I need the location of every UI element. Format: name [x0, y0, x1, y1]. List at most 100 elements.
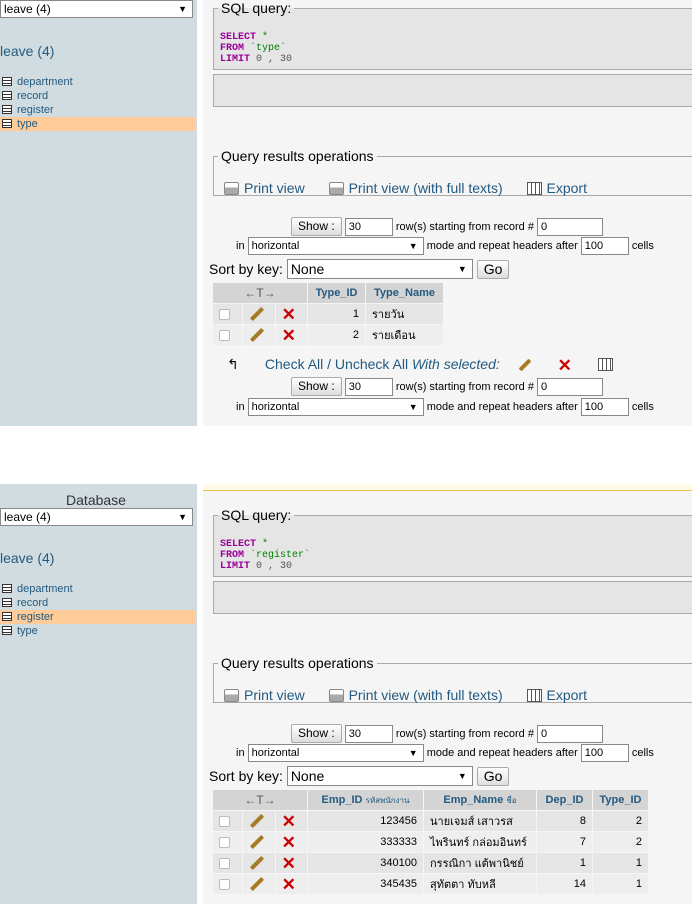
row-checkbox[interactable]	[219, 329, 230, 341]
cell-emp-id: 333333	[307, 831, 424, 853]
column-header-type-id[interactable]: Type_ID	[307, 282, 366, 304]
sidebar-item-type[interactable]: type	[0, 624, 195, 638]
check-all-link[interactable]: Check All	[265, 356, 323, 372]
cell-emp-name: กรรณิกา แต้พานิชย์	[423, 852, 537, 874]
database-select[interactable]: leave (4) ▼	[0, 508, 193, 526]
sql-query-toolbar	[213, 74, 692, 107]
start-record-input[interactable]: 0	[537, 725, 604, 743]
table-icon	[2, 77, 12, 86]
row-checkbox[interactable]	[219, 857, 230, 869]
delete-selected-icon[interactable]: ✕	[558, 356, 572, 375]
sidebar-item-record[interactable]: record	[0, 89, 195, 103]
sidebar-item-record[interactable]: record	[0, 596, 195, 610]
print-view-link[interactable]: Print view	[224, 687, 305, 703]
sidebar-item-register[interactable]: register	[0, 610, 195, 624]
database-title[interactable]: leave (4)	[0, 43, 54, 59]
column-header-type-name[interactable]: Type_Name	[365, 282, 444, 304]
table-row: ✕ 1 รายวัน	[211, 303, 444, 325]
database-select[interactable]: leave (4) ▼	[0, 0, 193, 18]
sidebar-item-type[interactable]: type	[0, 117, 195, 131]
column-arrows[interactable]: ←T→	[212, 282, 308, 304]
notice-strip	[203, 484, 692, 491]
export-link[interactable]: Export	[526, 180, 587, 196]
show-button[interactable]: Show :	[291, 724, 342, 743]
delete-icon[interactable]: ✕	[282, 875, 296, 894]
sidebar-item-register[interactable]: register	[0, 103, 195, 117]
edit-icon[interactable]	[250, 814, 265, 829]
show-button[interactable]: Show :	[291, 217, 342, 236]
go-button[interactable]: Go	[476, 260, 510, 279]
delete-icon[interactable]: ✕	[282, 833, 296, 852]
chevron-down-icon: ▼	[408, 241, 418, 251]
display-mode-row-bottom: in horizontal ▼ mode and repeat headers a…	[236, 398, 692, 416]
edit-icon[interactable]	[250, 328, 265, 343]
repeat-headers-input[interactable]: 100	[580, 398, 629, 416]
delete-icon[interactable]: ✕	[282, 326, 296, 345]
display-mode-row: in horizontal ▼ mode and repeat headers a…	[236, 744, 692, 762]
sql-query-text[interactable]: SELECT * FROM `type` LIMIT 0 , 30	[220, 32, 292, 65]
export-selected-icon[interactable]	[597, 358, 613, 371]
print-view-full-link[interactable]: Print view (with full texts)	[328, 687, 503, 703]
column-arrows[interactable]: ←T→	[212, 789, 308, 811]
column-header-dep-id[interactable]: Dep_ID	[536, 789, 593, 811]
cell-type-id: 2	[592, 810, 649, 832]
sidebar-item-department[interactable]: department	[0, 582, 195, 596]
edit-icon[interactable]	[250, 835, 265, 850]
delete-icon[interactable]: ✕	[282, 854, 296, 873]
show-button[interactable]: Show :	[291, 377, 342, 396]
export-link[interactable]: Export	[526, 687, 587, 703]
display-mode-select[interactable]: horizontal ▼	[247, 744, 424, 762]
row-checkbox[interactable]	[219, 815, 230, 827]
repeat-headers-input[interactable]: 100	[580, 744, 629, 762]
sql-query-legend: SQL query:	[221, 507, 292, 523]
edit-icon[interactable]	[250, 307, 265, 322]
sql-query-text[interactable]: SELECT * FROM `register` LIMIT 0 , 30	[220, 539, 310, 572]
export-icon	[526, 182, 542, 195]
go-button[interactable]: Go	[476, 767, 510, 786]
rows-input[interactable]: 30	[344, 378, 393, 396]
row-checkbox[interactable]	[219, 836, 230, 848]
display-mode-select[interactable]: horizontal ▼	[247, 398, 424, 416]
sort-row: Sort by key: None ▼ Go	[209, 766, 692, 786]
chevron-down-icon: ▼	[408, 748, 418, 758]
chevron-down-icon: ▼	[408, 402, 418, 412]
delete-icon[interactable]: ✕	[282, 305, 296, 324]
export-icon	[526, 689, 542, 702]
row-checkbox[interactable]	[219, 308, 230, 320]
operations-legend: Query results operations	[221, 655, 374, 671]
column-header-emp-name[interactable]: Emp_Name ชื่อ	[423, 789, 537, 811]
print-view-link[interactable]: Print view	[224, 180, 305, 196]
repeat-headers-input[interactable]: 100	[580, 237, 629, 255]
sort-key-select[interactable]: None ▼	[286, 259, 473, 279]
navigation-sidebar: Database leave (4) ▼ leave (4) departmen…	[0, 484, 197, 904]
query-results-operations: Query results operations Print view Prin…	[213, 655, 692, 703]
edit-icon[interactable]	[250, 856, 265, 871]
rows-input[interactable]: 30	[344, 725, 393, 743]
start-record-input[interactable]: 0	[537, 378, 604, 396]
cell-emp-name: สุทัตตา ทับหลี	[423, 873, 537, 895]
main-content: SQL query: SELECT * FROM `type` LIMIT 0 …	[203, 0, 692, 426]
navigation-row-top: Show : 30 row(s) starting from record # …	[291, 217, 692, 236]
rows-input[interactable]: 30	[344, 218, 393, 236]
start-record-input[interactable]: 0	[537, 218, 604, 236]
delete-icon[interactable]: ✕	[282, 812, 296, 831]
edit-selected-icon[interactable]	[518, 358, 532, 372]
uncheck-all-link[interactable]: Uncheck All	[335, 356, 408, 372]
operations-legend: Query results operations	[221, 148, 374, 164]
column-header-emp-id[interactable]: Emp_ID รหัสพนักงาน	[307, 789, 424, 811]
screenshot-register-table: Database leave (4) ▼ leave (4) departmen…	[0, 484, 692, 904]
table-row: ✕ 123456 นายเจมส์ เสาวรส 8 2	[211, 810, 649, 832]
edit-icon[interactable]	[250, 877, 265, 892]
chevron-down-icon: ▼	[457, 771, 467, 781]
sql-query-toolbar	[213, 581, 692, 614]
database-title[interactable]: leave (4)	[0, 550, 54, 566]
sort-key-select[interactable]: None ▼	[286, 766, 473, 786]
table-icon	[2, 584, 12, 593]
column-header-type-id[interactable]: Type_ID	[592, 789, 649, 811]
printer-icon	[224, 182, 239, 195]
row-checkbox[interactable]	[219, 878, 230, 890]
sidebar-item-department[interactable]: department	[0, 75, 195, 89]
table-icon	[2, 91, 12, 100]
display-mode-select[interactable]: horizontal ▼	[247, 237, 424, 255]
print-view-full-link[interactable]: Print view (with full texts)	[328, 180, 503, 196]
